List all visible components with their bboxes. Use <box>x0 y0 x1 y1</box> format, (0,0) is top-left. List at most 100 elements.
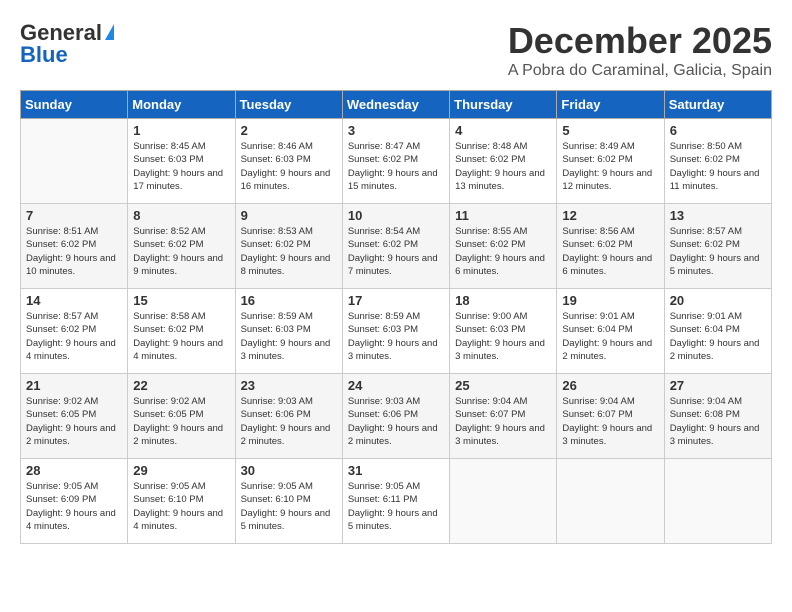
calendar-cell <box>21 119 128 204</box>
calendar-cell: 25 Sunrise: 9:04 AMSunset: 6:07 PMDayligh… <box>450 374 557 459</box>
logo-triangle-icon <box>105 24 114 40</box>
calendar-cell: 31 Sunrise: 9:05 AMSunset: 6:11 PMDayligh… <box>342 459 449 544</box>
day-info: Sunrise: 8:58 AMSunset: 6:02 PMDaylight:… <box>133 310 229 363</box>
week-row-3: 14 Sunrise: 8:57 AMSunset: 6:02 PMDayligh… <box>21 289 772 374</box>
day-number: 15 <box>133 293 229 308</box>
day-number: 27 <box>670 378 766 393</box>
day-header-wednesday: Wednesday <box>342 91 449 119</box>
calendar-cell: 19 Sunrise: 9:01 AMSunset: 6:04 PMDayligh… <box>557 289 664 374</box>
calendar-cell: 22 Sunrise: 9:02 AMSunset: 6:05 PMDayligh… <box>128 374 235 459</box>
day-info: Sunrise: 8:59 AMSunset: 6:03 PMDaylight:… <box>348 310 444 363</box>
day-info: Sunrise: 9:04 AMSunset: 6:07 PMDaylight:… <box>455 395 551 448</box>
day-info: Sunrise: 9:04 AMSunset: 6:08 PMDaylight:… <box>670 395 766 448</box>
day-header-monday: Monday <box>128 91 235 119</box>
day-info: Sunrise: 9:03 AMSunset: 6:06 PMDaylight:… <box>241 395 337 448</box>
day-number: 29 <box>133 463 229 478</box>
calendar-cell <box>557 459 664 544</box>
calendar-cell <box>450 459 557 544</box>
day-number: 5 <box>562 123 658 138</box>
day-number: 21 <box>26 378 122 393</box>
day-number: 14 <box>26 293 122 308</box>
day-number: 20 <box>670 293 766 308</box>
calendar-cell: 28 Sunrise: 9:05 AMSunset: 6:09 PMDayligh… <box>21 459 128 544</box>
day-info: Sunrise: 9:02 AMSunset: 6:05 PMDaylight:… <box>26 395 122 448</box>
day-number: 12 <box>562 208 658 223</box>
day-info: Sunrise: 8:57 AMSunset: 6:02 PMDaylight:… <box>26 310 122 363</box>
day-number: 6 <box>670 123 766 138</box>
calendar-cell: 18 Sunrise: 9:00 AMSunset: 6:03 PMDayligh… <box>450 289 557 374</box>
calendar-cell: 29 Sunrise: 9:05 AMSunset: 6:10 PMDayligh… <box>128 459 235 544</box>
calendar-cell: 14 Sunrise: 8:57 AMSunset: 6:02 PMDayligh… <box>21 289 128 374</box>
day-info: Sunrise: 9:05 AMSunset: 6:09 PMDaylight:… <box>26 480 122 533</box>
day-info: Sunrise: 8:52 AMSunset: 6:02 PMDaylight:… <box>133 225 229 278</box>
month-title: December 2025 <box>508 20 772 62</box>
day-info: Sunrise: 8:54 AMSunset: 6:02 PMDaylight:… <box>348 225 444 278</box>
location-title: A Pobra do Caraminal, Galicia, Spain <box>508 62 772 80</box>
day-info: Sunrise: 8:51 AMSunset: 6:02 PMDaylight:… <box>26 225 122 278</box>
calendar-cell: 2 Sunrise: 8:46 AMSunset: 6:03 PMDaylight… <box>235 119 342 204</box>
day-number: 9 <box>241 208 337 223</box>
day-number: 11 <box>455 208 551 223</box>
day-number: 30 <box>241 463 337 478</box>
calendar-cell: 9Sunrise: 8:53 AMSunset: 6:02 PMDaylight… <box>235 204 342 289</box>
calendar-cell: 24 Sunrise: 9:03 AMSunset: 6:06 PMDayligh… <box>342 374 449 459</box>
day-info: Sunrise: 8:57 AMSunset: 6:02 PMDaylight:… <box>670 225 766 278</box>
day-info: Sunrise: 9:05 AMSunset: 6:10 PMDaylight:… <box>133 480 229 533</box>
day-header-sunday: Sunday <box>21 91 128 119</box>
day-number: 8 <box>133 208 229 223</box>
day-number: 7 <box>26 208 122 223</box>
calendar-cell: 10 Sunrise: 8:54 AMSunset: 6:02 PMDayligh… <box>342 204 449 289</box>
calendar-cell: 27 Sunrise: 9:04 AMSunset: 6:08 PMDayligh… <box>664 374 771 459</box>
calendar-cell: 7 Sunrise: 8:51 AMSunset: 6:02 PMDaylight… <box>21 204 128 289</box>
day-header-tuesday: Tuesday <box>235 91 342 119</box>
day-info: Sunrise: 8:56 AMSunset: 6:02 PMDaylight:… <box>562 225 658 278</box>
day-number: 26 <box>562 378 658 393</box>
calendar-cell: 20Sunrise: 9:01 AMSunset: 6:04 PMDayligh… <box>664 289 771 374</box>
day-info: Sunrise: 9:04 AMSunset: 6:07 PMDaylight:… <box>562 395 658 448</box>
day-number: 2 <box>241 123 337 138</box>
calendar-cell: 11Sunrise: 8:55 AMSunset: 6:02 PMDayligh… <box>450 204 557 289</box>
calendar-cell: 21 Sunrise: 9:02 AMSunset: 6:05 PMDayligh… <box>21 374 128 459</box>
calendar-cell: 4Sunrise: 8:48 AMSunset: 6:02 PMDaylight… <box>450 119 557 204</box>
calendar-cell: 12 Sunrise: 8:56 AMSunset: 6:02 PMDayligh… <box>557 204 664 289</box>
header-row: SundayMondayTuesdayWednesdayThursdayFrid… <box>21 91 772 119</box>
logo-blue-text: Blue <box>20 42 68 68</box>
day-info: Sunrise: 9:05 AMSunset: 6:10 PMDaylight:… <box>241 480 337 533</box>
day-number: 3 <box>348 123 444 138</box>
calendar-cell: 26 Sunrise: 9:04 AMSunset: 6:07 PMDayligh… <box>557 374 664 459</box>
page-header: General Blue December 2025 A Pobra do Ca… <box>20 20 772 80</box>
day-info: Sunrise: 8:45 AMSunset: 6:03 PMDaylight:… <box>133 140 229 193</box>
day-info: Sunrise: 9:00 AMSunset: 6:03 PMDaylight:… <box>455 310 551 363</box>
calendar-cell: 8 Sunrise: 8:52 AMSunset: 6:02 PMDaylight… <box>128 204 235 289</box>
day-info: Sunrise: 8:49 AMSunset: 6:02 PMDaylight:… <box>562 140 658 193</box>
calendar-cell <box>664 459 771 544</box>
day-number: 24 <box>348 378 444 393</box>
day-number: 13 <box>670 208 766 223</box>
day-number: 17 <box>348 293 444 308</box>
day-info: Sunrise: 9:03 AMSunset: 6:06 PMDaylight:… <box>348 395 444 448</box>
calendar-table: SundayMondayTuesdayWednesdayThursdayFrid… <box>20 90 772 544</box>
day-number: 10 <box>348 208 444 223</box>
day-number: 31 <box>348 463 444 478</box>
day-number: 19 <box>562 293 658 308</box>
day-number: 1 <box>133 123 229 138</box>
day-number: 4 <box>455 123 551 138</box>
week-row-5: 28 Sunrise: 9:05 AMSunset: 6:09 PMDayligh… <box>21 459 772 544</box>
day-info: Sunrise: 8:50 AMSunset: 6:02 PMDaylight:… <box>670 140 766 193</box>
calendar-cell: 30 Sunrise: 9:05 AMSunset: 6:10 PMDayligh… <box>235 459 342 544</box>
day-number: 25 <box>455 378 551 393</box>
day-info: Sunrise: 9:01 AMSunset: 6:04 PMDaylight:… <box>562 310 658 363</box>
day-number: 18 <box>455 293 551 308</box>
day-number: 28 <box>26 463 122 478</box>
calendar-cell: 6 Sunrise: 8:50 AMSunset: 6:02 PMDaylight… <box>664 119 771 204</box>
day-info: Sunrise: 9:05 AMSunset: 6:11 PMDaylight:… <box>348 480 444 533</box>
day-info: Sunrise: 8:47 AMSunset: 6:02 PMDaylight:… <box>348 140 444 193</box>
calendar-cell: 17 Sunrise: 8:59 AMSunset: 6:03 PMDayligh… <box>342 289 449 374</box>
day-info: Sunrise: 9:02 AMSunset: 6:05 PMDaylight:… <box>133 395 229 448</box>
day-info: Sunrise: 8:46 AMSunset: 6:03 PMDaylight:… <box>241 140 337 193</box>
calendar-cell: 5 Sunrise: 8:49 AMSunset: 6:02 PMDaylight… <box>557 119 664 204</box>
day-number: 16 <box>241 293 337 308</box>
week-row-4: 21 Sunrise: 9:02 AMSunset: 6:05 PMDayligh… <box>21 374 772 459</box>
day-number: 22 <box>133 378 229 393</box>
calendar-cell: 1 Sunrise: 8:45 AMSunset: 6:03 PMDaylight… <box>128 119 235 204</box>
